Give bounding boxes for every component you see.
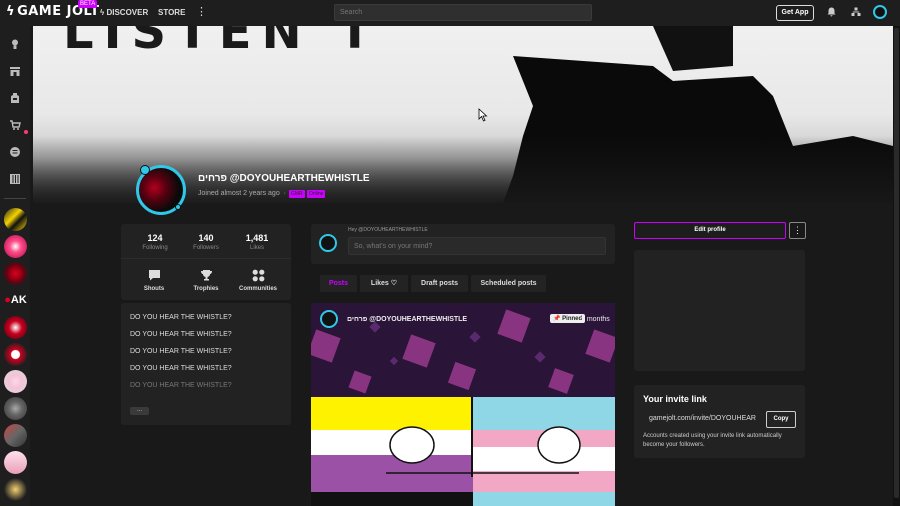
copy-button[interactable]: Copy <box>766 411 796 428</box>
composer-avatar <box>319 234 337 252</box>
profile-name: פרחים @DOYOUHEARTHEWHISTLE <box>198 173 370 184</box>
invite-description: Accounts created using your invite link … <box>643 433 782 448</box>
left-sidebar: ●AK <box>0 26 30 506</box>
pinned-badge: 📌 Pinned <box>550 314 586 323</box>
shout-item[interactable]: DO YOU HEAR THE WHISTLE? <box>130 331 232 338</box>
tag-online[interactable]: Online <box>307 190 326 198</box>
store-icon[interactable] <box>8 65 22 79</box>
more-menu-icon[interactable]: ⋮ <box>196 5 207 18</box>
invite-link[interactable]: gamejolt.com/invite/DOYOUHEAR <box>649 415 756 422</box>
community-icon-11[interactable] <box>4 478 27 501</box>
following-label: Following <box>142 245 168 251</box>
friends-icon[interactable] <box>851 7 861 19</box>
get-app-button[interactable]: Get App <box>776 5 814 21</box>
likes-count[interactable]: 1,481 <box>232 233 282 243</box>
home-icon[interactable] <box>8 38 22 52</box>
shout-item[interactable]: DO YOU HEAR THE WHISTLE? <box>130 365 232 372</box>
profile-options-button[interactable]: ⋮ <box>789 222 806 239</box>
followers-count[interactable]: 140 <box>181 233 231 243</box>
shout-item[interactable]: DO YOU HEAR THE WHISTLE? <box>130 382 232 389</box>
community-icon-4[interactable]: ●AK <box>4 289 27 312</box>
tab-likes[interactable]: Likes ♡ <box>360 275 408 292</box>
banner-artwork-text: LISTEN T <box>63 26 382 60</box>
top-bar: ϟ GAME JOLT BETA ϟ DISCOVER STORE ⋮ Searc… <box>0 0 900 26</box>
invite-title: Your invite link <box>643 394 707 404</box>
community-icon-7[interactable] <box>4 370 27 393</box>
post-time: 9 months <box>581 316 610 323</box>
communities-icon[interactable] <box>238 269 278 285</box>
heart-icon: ♡ <box>390 280 398 287</box>
tab-posts[interactable]: Posts <box>320 275 357 292</box>
online-indicator <box>175 204 181 210</box>
post-image-flags <box>311 397 615 506</box>
notification-dot <box>24 130 28 134</box>
shop-cart-icon[interactable] <box>8 119 22 133</box>
sidebar-divider <box>4 198 26 199</box>
shouts-link[interactable]: Shouts <box>129 286 179 292</box>
edit-profile-button[interactable]: Edit profile <box>634 222 786 239</box>
community-icon-1[interactable] <box>4 208 27 231</box>
avatar-badge-icon <box>140 165 150 175</box>
tag-gmr[interactable]: GMR <box>289 190 305 198</box>
shouts-more-button[interactable]: ... <box>130 407 149 415</box>
composer-greeting: Hey @DOYOUHEARTHEWHISTLE <box>348 227 428 233</box>
community-icon-9[interactable] <box>4 424 27 447</box>
post-author-avatar[interactable] <box>320 310 338 328</box>
community-icon-6[interactable] <box>4 343 27 366</box>
likes-label: Likes <box>249 245 264 251</box>
community-icon-2[interactable] <box>4 235 27 258</box>
tab-scheduled-posts[interactable]: Scheduled posts <box>471 275 546 292</box>
scrollbar-thumb[interactable] <box>894 28 899 498</box>
speech-bubble-icon[interactable] <box>134 269 174 284</box>
joined-date: Joined almost 2 years ago · <box>198 190 286 197</box>
shout-item[interactable]: DO YOU HEAR THE WHISTLE? <box>130 348 232 355</box>
pin-icon: 📌 <box>553 316 561 322</box>
community-icon-3[interactable] <box>4 262 27 285</box>
chat-icon[interactable] <box>8 146 22 160</box>
pinned-post[interactable] <box>311 303 615 506</box>
shout-item[interactable]: DO YOU HEAR THE WHISTLE? <box>130 314 232 321</box>
composer-input[interactable]: So, what's on your mind? <box>348 237 606 255</box>
ad-placeholder-card <box>634 250 805 371</box>
beta-badge: BETA <box>78 0 98 8</box>
community-icon-10[interactable] <box>4 451 27 474</box>
backpack-icon[interactable] <box>8 92 22 106</box>
followers-label: Followers <box>193 245 219 251</box>
stats-divider <box>121 258 291 259</box>
nav-store[interactable]: STORE <box>158 8 185 17</box>
user-avatar[interactable] <box>873 5 887 19</box>
library-icon[interactable] <box>8 173 22 187</box>
communities-link[interactable]: Communities <box>233 286 283 292</box>
mouse-cursor-icon <box>478 108 488 122</box>
tab-draft-posts[interactable]: Draft posts <box>411 275 468 292</box>
community-icon-8[interactable] <box>4 397 27 420</box>
trophies-link[interactable]: Trophies <box>181 286 231 292</box>
post-author[interactable]: פרחים @DOYOUHEARTHEWHISTLE <box>347 316 467 323</box>
bolt-icon: ϟ <box>6 4 16 19</box>
following-count[interactable]: 124 <box>130 233 180 243</box>
search-input[interactable]: Search <box>334 4 592 21</box>
trophy-icon[interactable] <box>186 269 226 284</box>
nav-discover[interactable]: ϟ DISCOVER <box>100 8 148 17</box>
community-icon-5[interactable] <box>4 316 27 339</box>
bell-icon[interactable] <box>827 7 836 19</box>
